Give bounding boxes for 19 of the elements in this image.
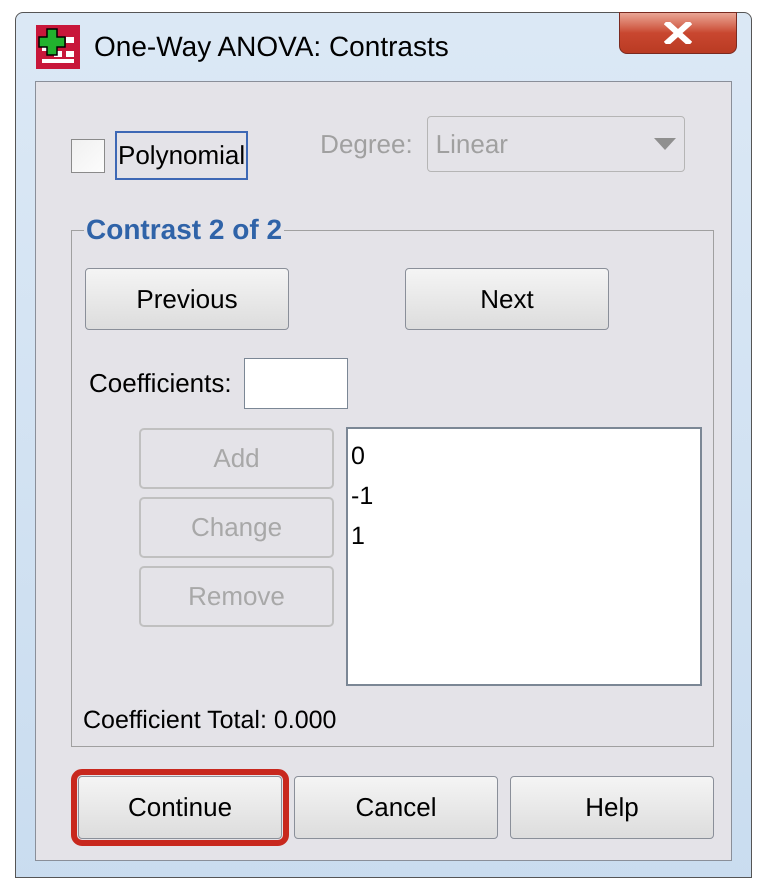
nav-button[interactable]: Next	[405, 268, 609, 330]
checkbox[interactable]	[71, 139, 105, 173]
nav-button[interactable]: Previous	[85, 268, 289, 330]
dropdown-caret-icon	[654, 138, 676, 150]
coefficients-label: Coefficients:	[89, 367, 232, 400]
coefficient-total: Coefficient Total: 0.000	[83, 705, 338, 736]
dialog-button[interactable]: Cancel	[294, 776, 498, 839]
checkbox-label: Polynomial	[115, 130, 248, 180]
app-icon	[36, 25, 80, 69]
list-item[interactable]: 0	[351, 441, 700, 471]
window-title: One-Way ANOVA: Contrasts	[94, 30, 449, 64]
dialog-button[interactable]: Help	[510, 776, 714, 839]
coefficients-input-field[interactable]	[244, 358, 348, 409]
list-item[interactable]: -1	[351, 481, 700, 511]
close-button[interactable]	[619, 12, 737, 54]
close-icon	[664, 22, 692, 44]
coefficients-list[interactable]: 0 -1 1	[346, 427, 702, 686]
list-item[interactable]: 1	[351, 521, 700, 551]
degree-label: Degree:	[320, 128, 413, 160]
